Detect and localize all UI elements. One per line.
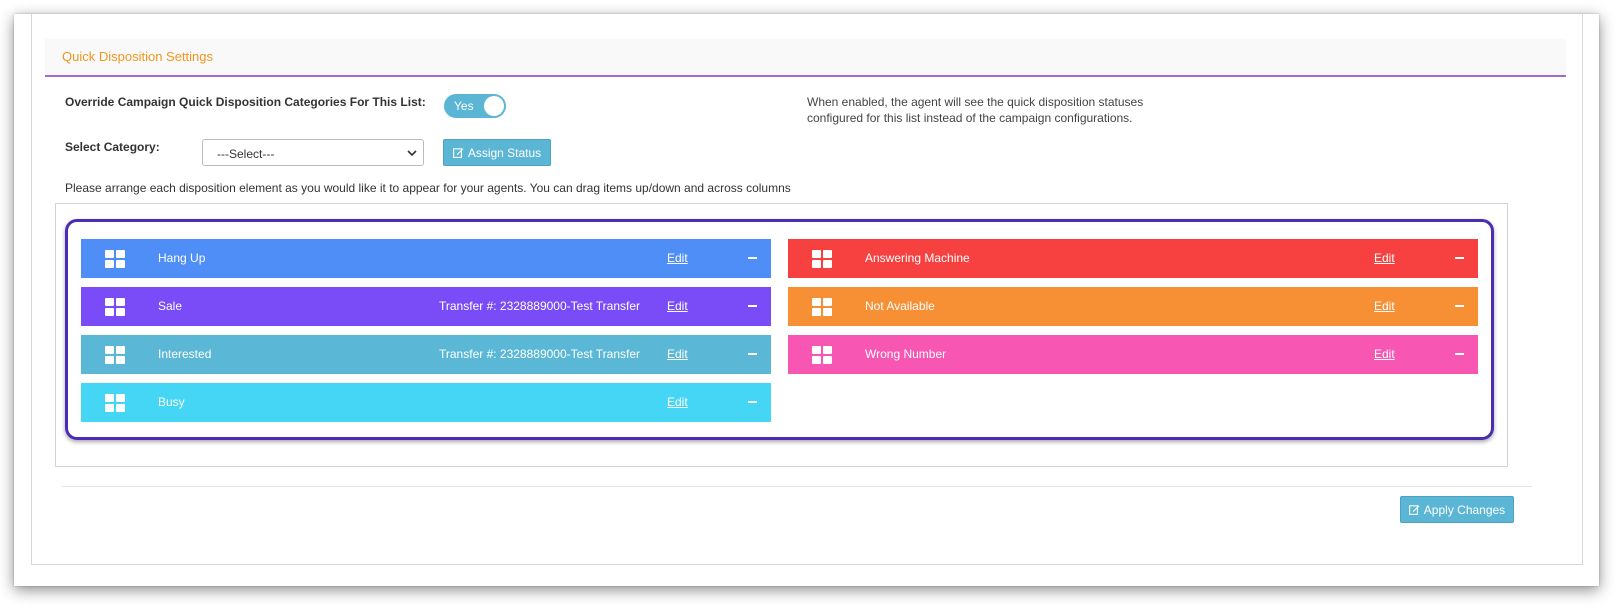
minus-icon[interactable] <box>1455 353 1464 355</box>
chevron-down-icon <box>407 150 417 157</box>
minus-icon[interactable] <box>748 305 757 307</box>
minus-icon[interactable] <box>748 353 757 355</box>
grid-icon[interactable] <box>105 250 126 268</box>
arrange-instruction: Please arrange each disposition element … <box>65 181 791 195</box>
edit-link[interactable]: Edit <box>1374 299 1395 313</box>
apply-changes-button[interactable]: Apply Changes <box>1400 496 1514 523</box>
assign-status-label: Assign Status <box>467 145 542 160</box>
app-window: Quick Disposition Settings Override Camp… <box>14 14 1599 586</box>
grid-icon[interactable] <box>812 250 833 268</box>
category-select[interactable]: ---Select--- <box>202 139 424 166</box>
disposition-item-interested[interactable]: Interested Transfer #: 2328889000-Test T… <box>81 335 771 374</box>
grid-icon[interactable] <box>105 298 126 316</box>
disposition-item-wrong-number[interactable]: Wrong Number Edit <box>788 335 1478 374</box>
disposition-item-busy[interactable]: Busy Edit <box>81 383 771 422</box>
grid-icon[interactable] <box>812 346 833 364</box>
category-label: Select Category: <box>65 140 160 154</box>
minus-icon[interactable] <box>1455 257 1464 259</box>
minus-icon[interactable] <box>748 401 757 403</box>
disposition-name: Not Available <box>865 299 935 313</box>
override-toggle[interactable]: Yes <box>444 94 506 118</box>
transfer-number: Transfer #: 2328889000-Test Transfer <box>439 347 640 361</box>
toggle-text: Yes <box>454 99 474 113</box>
disposition-item-sale[interactable]: Sale Transfer #: 2328889000-Test Transfe… <box>81 287 771 326</box>
edit-link[interactable]: Edit <box>667 299 688 313</box>
disposition-name: Answering Machine <box>865 251 970 265</box>
panel-header: Quick Disposition Settings <box>45 39 1566 77</box>
panel-title: Quick Disposition Settings <box>62 49 214 64</box>
edit-link[interactable]: Edit <box>667 347 688 361</box>
disposition-name: Interested <box>158 347 212 361</box>
override-help-text: When enabled, the agent will see the qui… <box>807 95 1144 125</box>
disposition-name: Hang Up <box>158 251 206 265</box>
apply-changes-label: Apply Changes <box>1423 502 1506 517</box>
override-label: Override Campaign Quick Disposition Cate… <box>65 95 426 109</box>
grid-icon[interactable] <box>812 298 833 316</box>
minus-icon[interactable] <box>1455 305 1464 307</box>
transfer-number: Transfer #: 2328889000-Test Transfer <box>439 299 640 313</box>
select-value: ---Select--- <box>217 147 275 161</box>
edit-icon <box>452 148 464 158</box>
disposition-item-not-available[interactable]: Not Available Edit <box>788 287 1478 326</box>
disposition-name: Sale <box>158 299 183 313</box>
edit-link[interactable]: Edit <box>1374 347 1395 361</box>
edit-icon <box>1408 505 1420 515</box>
toggle-knob <box>484 96 504 116</box>
quick-disposition-panel: Quick Disposition Settings Override Camp… <box>31 14 1583 565</box>
disposition-item-hang-up[interactable]: Hang Up Edit <box>81 239 771 278</box>
footer-divider <box>62 486 1532 487</box>
edit-link[interactable]: Edit <box>667 395 688 409</box>
disposition-name: Busy <box>158 395 185 409</box>
minus-icon[interactable] <box>748 257 757 259</box>
assign-status-button[interactable]: Assign Status <box>443 139 551 166</box>
edit-link[interactable]: Edit <box>667 251 688 265</box>
grid-icon[interactable] <box>105 346 126 364</box>
disposition-name: Wrong Number <box>865 347 947 361</box>
edit-link[interactable]: Edit <box>1374 251 1395 265</box>
disposition-sort-area: Hang Up Edit Sale Transfer #: 2328889000… <box>55 203 1508 467</box>
disposition-item-answering-machine[interactable]: Answering Machine Edit <box>788 239 1478 278</box>
grid-icon[interactable] <box>105 394 126 412</box>
